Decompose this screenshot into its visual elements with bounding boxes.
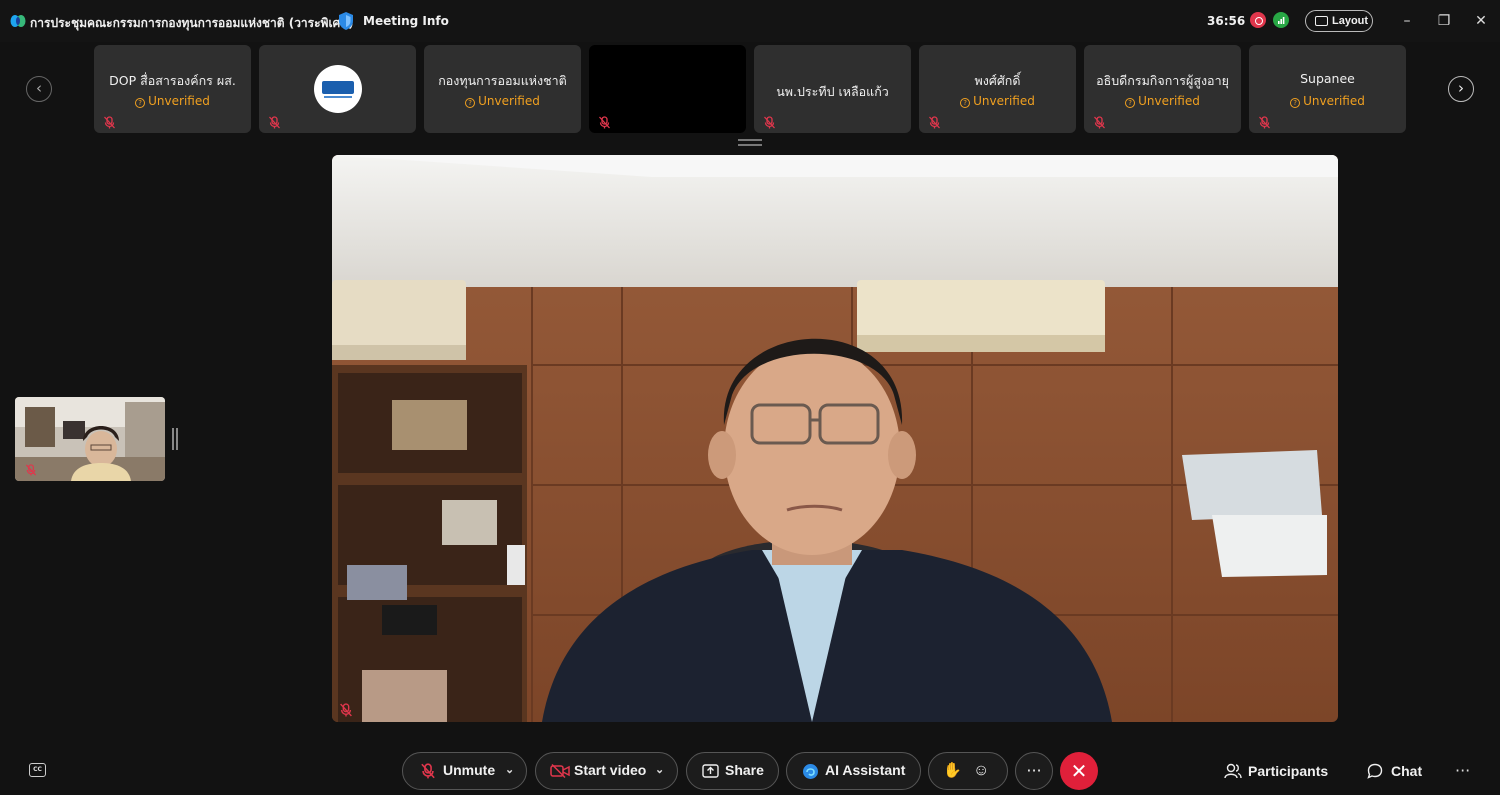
ai-assistant-button[interactable]: AI Assistant (786, 752, 921, 790)
chat-label: Chat (1391, 763, 1423, 779)
mic-muted-icon (599, 116, 610, 129)
unverified-status: ? Unverified (424, 94, 581, 108)
participant-name: Supanee (1300, 71, 1355, 86)
filmstrip-next-button[interactable]: › (1448, 76, 1474, 102)
participants-icon (1224, 763, 1242, 779)
shield-icon[interactable] (337, 11, 355, 31)
participant-logo (314, 65, 362, 113)
unverified-icon: ? (465, 98, 476, 108)
closed-captions-button[interactable]: CC (29, 763, 46, 777)
active-speaker-video[interactable] (332, 155, 1338, 722)
unverified-status: ? Unverified (1084, 94, 1241, 108)
filmstrip-resize-handle[interactable] (738, 139, 762, 146)
self-view-resize-handle[interactable] (172, 428, 178, 450)
participants-label: Participants (1248, 763, 1329, 779)
unverified-icon: ? (1125, 98, 1136, 108)
more-options-button[interactable]: ··· (1015, 752, 1053, 790)
participant-tile[interactable] (589, 45, 746, 133)
unverified-status: ? Unverified (1249, 94, 1406, 108)
end-call-button[interactable]: ✕ (1060, 752, 1098, 790)
video-off-icon (550, 764, 570, 778)
mic-muted-icon (104, 116, 115, 129)
chevron-down-icon[interactable]: ⌄ (505, 753, 514, 788)
close-window-button[interactable]: ✕ (1472, 12, 1490, 30)
reactions-group: ✋ ☺ (928, 752, 1008, 790)
participant-tile[interactable] (259, 45, 416, 133)
webex-logo-icon (10, 15, 26, 27)
mic-muted-icon (340, 703, 352, 717)
participant-name: นพ.ประทีป เหลือแก้ว (776, 84, 889, 99)
restore-button[interactable]: ❐ (1435, 12, 1453, 30)
mic-muted-icon (421, 763, 435, 779)
share-button[interactable]: Share (686, 752, 779, 790)
layout-label: Layout (1332, 15, 1369, 27)
participant-tile[interactable]: DOP สื่อสารองค์กร ผส. ? Unverified (94, 45, 251, 133)
unverified-icon: ? (960, 98, 971, 108)
participant-tile[interactable]: นพ.ประทีป เหลือแก้ว (754, 45, 911, 133)
overflow-menu-button[interactable]: ··· (1455, 760, 1470, 782)
meeting-title: การประชุมคณะกรรมการกองทุนการออมแห่งชาติ … (30, 16, 354, 30)
participant-tile[interactable]: Supanee ? Unverified (1249, 45, 1406, 133)
unmute-button[interactable]: Unmute ⌄ (402, 752, 527, 790)
ai-assistant-icon (803, 764, 818, 779)
unmute-label: Unmute (443, 762, 496, 778)
title-bar: การประชุมคณะกรรมการกองทุนการออมแห่งชาติ … (0, 0, 1500, 42)
share-icon (702, 764, 719, 778)
self-view-video[interactable] (15, 397, 165, 481)
chevron-down-icon[interactable]: ⌄ (655, 753, 664, 788)
participant-name: กองทุนการออมแห่งชาติ (438, 73, 567, 88)
layout-icon (1315, 16, 1328, 26)
minimize-button[interactable]: – (1398, 12, 1416, 30)
participant-tile[interactable]: พงศ์ศักดิ์ ? Unverified (919, 45, 1076, 133)
start-video-button[interactable]: Start video ⌄ (535, 752, 678, 790)
recording-icon[interactable] (1250, 12, 1266, 28)
unverified-status: ? Unverified (94, 94, 251, 108)
chat-icon (1367, 763, 1383, 779)
unverified-status: ? Unverified (919, 94, 1076, 108)
participant-name: DOP สื่อสารองค์กร ผส. (109, 73, 236, 88)
participant-tile[interactable]: กองทุนการออมแห่งชาติ ? Unverified (424, 45, 581, 133)
reactions-icon[interactable]: ☺ (973, 753, 989, 788)
mic-muted-icon (1094, 116, 1105, 129)
start-video-label: Start video (574, 762, 647, 778)
mic-muted-icon (25, 464, 37, 476)
meeting-timer: 36:56 (1207, 14, 1246, 28)
unverified-icon: ? (1290, 98, 1301, 108)
ai-assistant-label: AI Assistant (825, 762, 906, 778)
participant-name: พงศ์ศักดิ์ (974, 73, 1021, 88)
mic-muted-icon (929, 116, 940, 129)
layout-button[interactable]: Layout (1305, 10, 1373, 32)
unverified-icon: ? (135, 98, 146, 108)
participant-name: อธิบดีกรมกิจการผู้สูงอายุ (1096, 73, 1229, 88)
mic-muted-icon (764, 116, 775, 129)
raise-hand-icon[interactable]: ✋ (943, 753, 962, 788)
share-label: Share (725, 762, 764, 778)
filmstrip-prev-button[interactable]: ‹ (26, 76, 52, 102)
mic-muted-icon (269, 116, 280, 129)
network-signal-icon[interactable] (1273, 12, 1289, 28)
mic-muted-icon (1259, 116, 1270, 129)
participant-tile[interactable]: อธิบดีกรมกิจการผู้สูงอายุ ? Unverified (1084, 45, 1241, 133)
meeting-info-button[interactable]: Meeting Info (363, 14, 449, 28)
